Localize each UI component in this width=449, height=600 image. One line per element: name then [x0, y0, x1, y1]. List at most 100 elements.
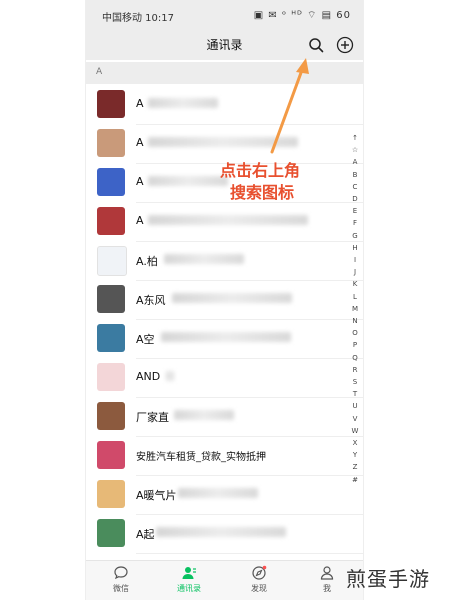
- index-letter[interactable]: T: [349, 388, 361, 400]
- index-letter[interactable]: B: [349, 169, 361, 181]
- index-letter[interactable]: E: [349, 205, 361, 217]
- contact-name: A.柏: [136, 255, 158, 268]
- contact-name: 厂家直: [136, 411, 169, 424]
- tab-label: 通讯录: [177, 584, 201, 593]
- index-letter[interactable]: Q: [349, 352, 361, 364]
- compass-icon: [252, 565, 267, 580]
- contact-name: A: [136, 175, 144, 188]
- index-letter[interactable]: #: [349, 474, 361, 486]
- tab-discover[interactable]: 发现: [234, 565, 284, 594]
- contact-row[interactable]: A空: [86, 320, 363, 359]
- avatar: [97, 363, 125, 391]
- redaction-blur: [148, 176, 228, 186]
- contact-name: A起: [136, 528, 155, 541]
- contact-list: A A A A A.柏 A东风 A空 AND 厂家直 安胜汽车租赁_贷款_实物抵…: [86, 86, 363, 554]
- contact-row[interactable]: A起: [86, 515, 363, 554]
- avatar: [97, 129, 125, 157]
- index-letter[interactable]: S: [349, 376, 361, 388]
- redaction-blur: [174, 410, 234, 420]
- contact-row[interactable]: A.柏: [86, 242, 363, 281]
- phone-screen: 中国移动 10:17 ▣ ✉ ᵒ ᴴᴰ ⌔ ▤ 60 通讯录 A A A A A…: [86, 0, 363, 600]
- contacts-icon: [182, 567, 196, 579]
- divider: [136, 553, 363, 554]
- avatar: [97, 246, 127, 276]
- avatar: [97, 519, 125, 547]
- contact-row[interactable]: A: [86, 125, 363, 164]
- index-letter[interactable]: C: [349, 181, 361, 193]
- index-letter[interactable]: R: [349, 364, 361, 376]
- search-icon[interactable]: [308, 37, 324, 53]
- status-indicators: ▣ ✉ ᵒ ᴴᴰ ⌔ ▤ 60: [253, 10, 351, 21]
- contact-name: AND: [136, 370, 161, 383]
- redaction-blur: [148, 137, 298, 147]
- index-letter[interactable]: F: [349, 217, 361, 229]
- avatar: [97, 90, 125, 118]
- section-header: A: [86, 62, 363, 84]
- index-letter[interactable]: H: [349, 242, 361, 254]
- contact-name: 安胜汽车租赁_贷款_实物抵押: [136, 452, 266, 463]
- index-letter[interactable]: Y: [349, 449, 361, 461]
- index-letter[interactable]: A: [349, 156, 361, 168]
- index-letter[interactable]: V: [349, 413, 361, 425]
- contact-row[interactable]: A: [86, 86, 363, 125]
- contact-row[interactable]: 安胜汽车租赁_贷款_实物抵押: [86, 437, 363, 476]
- contact-row[interactable]: 厂家直: [86, 398, 363, 437]
- bottom-tab-bar: 微信 通讯录 发现 我: [86, 560, 363, 600]
- redaction-blur: [161, 332, 291, 342]
- watermark: 煎蛋手游: [346, 567, 430, 591]
- redaction-blur: [148, 98, 218, 108]
- status-bar: 中国移动 10:17 ▣ ✉ ᵒ ᴴᴰ ⌔ ▤ 60: [86, 0, 363, 28]
- index-letter[interactable]: ↑: [349, 132, 361, 144]
- index-letter[interactable]: P: [349, 339, 361, 351]
- redaction-blur: [166, 371, 174, 381]
- index-letter[interactable]: X: [349, 437, 361, 449]
- tab-me[interactable]: 我: [302, 565, 352, 594]
- index-letter[interactable]: O: [349, 327, 361, 339]
- nav-bar: 通讯录: [86, 28, 363, 60]
- tab-chats[interactable]: 微信: [96, 565, 146, 594]
- index-letter[interactable]: ☆: [349, 144, 361, 156]
- redaction-blur: [156, 527, 286, 537]
- carrier-time: 中国移动 10:17: [102, 13, 174, 24]
- contact-name: A: [136, 214, 144, 227]
- index-letter[interactable]: D: [349, 193, 361, 205]
- avatar: [97, 285, 125, 313]
- index-letter[interactable]: J: [349, 266, 361, 278]
- index-letter[interactable]: Z: [349, 461, 361, 473]
- contact-row[interactable]: A: [86, 203, 363, 242]
- avatar: [97, 480, 125, 508]
- annotation-line: 点击右上角: [220, 161, 301, 180]
- redaction-blur: [164, 254, 244, 264]
- tab-label: 我: [323, 584, 331, 593]
- tab-contacts[interactable]: 通讯录: [164, 565, 214, 594]
- index-letter[interactable]: K: [349, 278, 361, 290]
- annotation-line: 搜索图标: [230, 183, 295, 202]
- avatar: [97, 168, 125, 196]
- avatar: [97, 324, 125, 352]
- index-letter[interactable]: L: [349, 291, 361, 303]
- contact-row[interactable]: A暖气片: [86, 476, 363, 515]
- redaction-blur: [148, 215, 308, 225]
- contact-name: A空: [136, 333, 155, 346]
- index-letter[interactable]: G: [349, 230, 361, 242]
- index-letter[interactable]: M: [349, 303, 361, 315]
- contact-name: A暖气片: [136, 489, 177, 502]
- alphabet-index[interactable]: ↑ ☆ A B C D E F G H I J K L M N O P Q R …: [349, 132, 361, 486]
- avatar: [97, 441, 125, 469]
- avatar: [97, 207, 125, 235]
- index-letter[interactable]: N: [349, 315, 361, 327]
- plus-circle-icon[interactable]: [336, 36, 354, 54]
- contact-row[interactable]: A东风: [86, 281, 363, 320]
- contact-name: A东风: [136, 294, 166, 307]
- index-letter[interactable]: U: [349, 400, 361, 412]
- contact-name: A: [136, 97, 144, 110]
- tab-label: 微信: [113, 584, 129, 593]
- redaction-blur: [172, 293, 292, 303]
- index-letter[interactable]: W: [349, 425, 361, 437]
- person-icon: [320, 566, 334, 580]
- tab-label: 发现: [251, 584, 267, 593]
- redaction-blur: [178, 488, 258, 498]
- index-letter[interactable]: I: [349, 254, 361, 266]
- chat-bubble-icon: [114, 566, 128, 580]
- contact-row[interactable]: AND: [86, 359, 363, 398]
